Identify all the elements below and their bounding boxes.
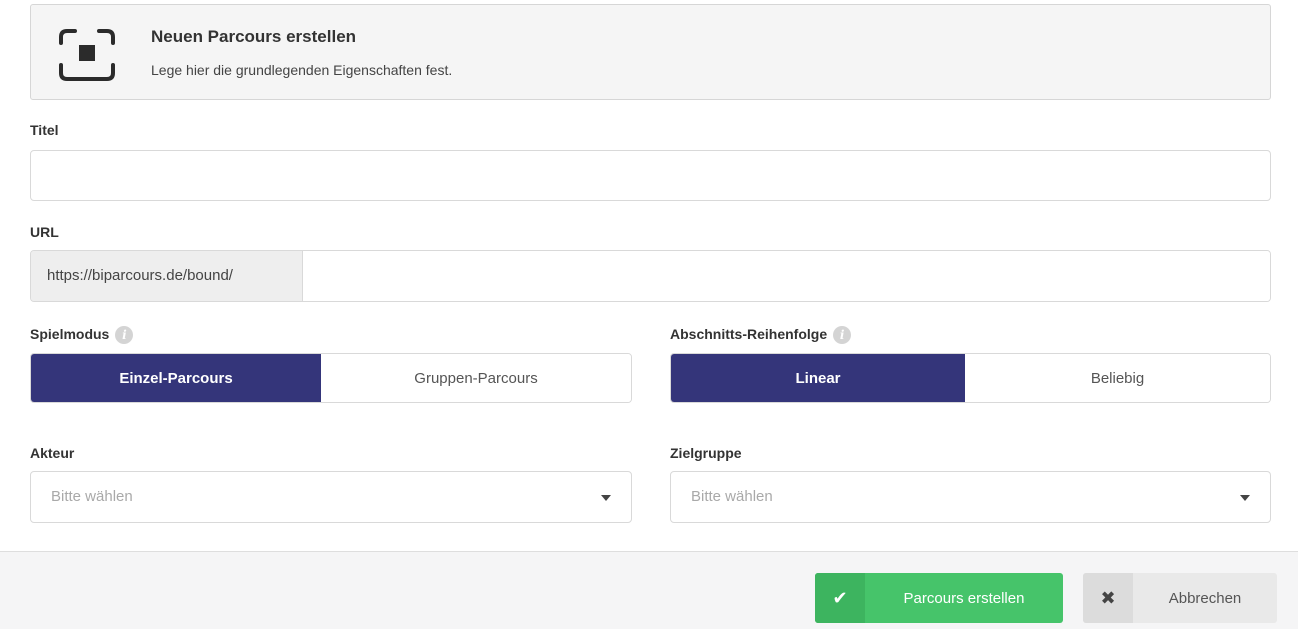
page-subtitle: Lege hier die grundlegenden Eigenschafte… <box>151 62 453 78</box>
akteur-placeholder: Bitte wählen <box>51 488 133 505</box>
focus-frame-icon <box>59 29 115 81</box>
reihenfolge-option-linear[interactable]: Linear <box>671 354 965 402</box>
url-input[interactable] <box>303 251 1270 301</box>
akteur-label: Akteur <box>30 445 75 461</box>
zielgruppe-label: Zielgruppe <box>670 445 742 461</box>
reihenfolge-option-beliebig[interactable]: Beliebig <box>965 354 1270 402</box>
spielmodus-label: Spielmodus <box>30 326 110 342</box>
spielmodus-toggle: Einzel-Parcours Gruppen-Parcours <box>30 353 632 403</box>
footer-bar: ✔ Parcours erstellen ✖ Abbrechen <box>0 551 1298 629</box>
title-label: Titel <box>30 122 59 138</box>
cancel-label: Abbrechen <box>1168 589 1242 607</box>
create-parcours-label: Parcours erstellen <box>903 589 1025 607</box>
spielmodus-option-gruppen[interactable]: Gruppen-Parcours <box>321 354 631 402</box>
info-icon[interactable]: i <box>833 326 852 345</box>
header-card: Neuen Parcours erstellen Lege hier die g… <box>30 4 1271 100</box>
check-icon: ✔ <box>815 573 865 623</box>
caret-down-icon <box>1240 495 1250 501</box>
reihenfolge-label: Abschnitts-Reihenfolge <box>670 326 828 342</box>
page-title: Neuen Parcours erstellen <box>151 27 357 46</box>
akteur-select[interactable]: Bitte wählen <box>30 471 632 523</box>
spielmodus-option-einzel[interactable]: Einzel-Parcours <box>31 354 321 402</box>
url-prefix: https://biparcours.de/bound/ <box>31 251 303 301</box>
create-parcours-button[interactable]: ✔ Parcours erstellen <box>815 573 1063 623</box>
url-input-group: https://biparcours.de/bound/ <box>30 250 1271 302</box>
close-icon: ✖ <box>1083 573 1133 623</box>
zielgruppe-placeholder: Bitte wählen <box>691 488 773 505</box>
reihenfolge-toggle: Linear Beliebig <box>670 353 1271 403</box>
zielgruppe-select[interactable]: Bitte wählen <box>670 471 1271 523</box>
reihenfolge-label-row: Abschnitts-Reihenfolge i <box>670 326 852 345</box>
info-icon[interactable]: i <box>115 326 134 345</box>
cancel-button[interactable]: ✖ Abbrechen <box>1083 573 1277 623</box>
caret-down-icon <box>601 495 611 501</box>
url-label: URL <box>30 224 59 240</box>
title-field-wrap <box>30 150 1271 201</box>
spielmodus-label-row: Spielmodus i <box>30 326 134 345</box>
title-input[interactable] <box>31 151 1270 200</box>
